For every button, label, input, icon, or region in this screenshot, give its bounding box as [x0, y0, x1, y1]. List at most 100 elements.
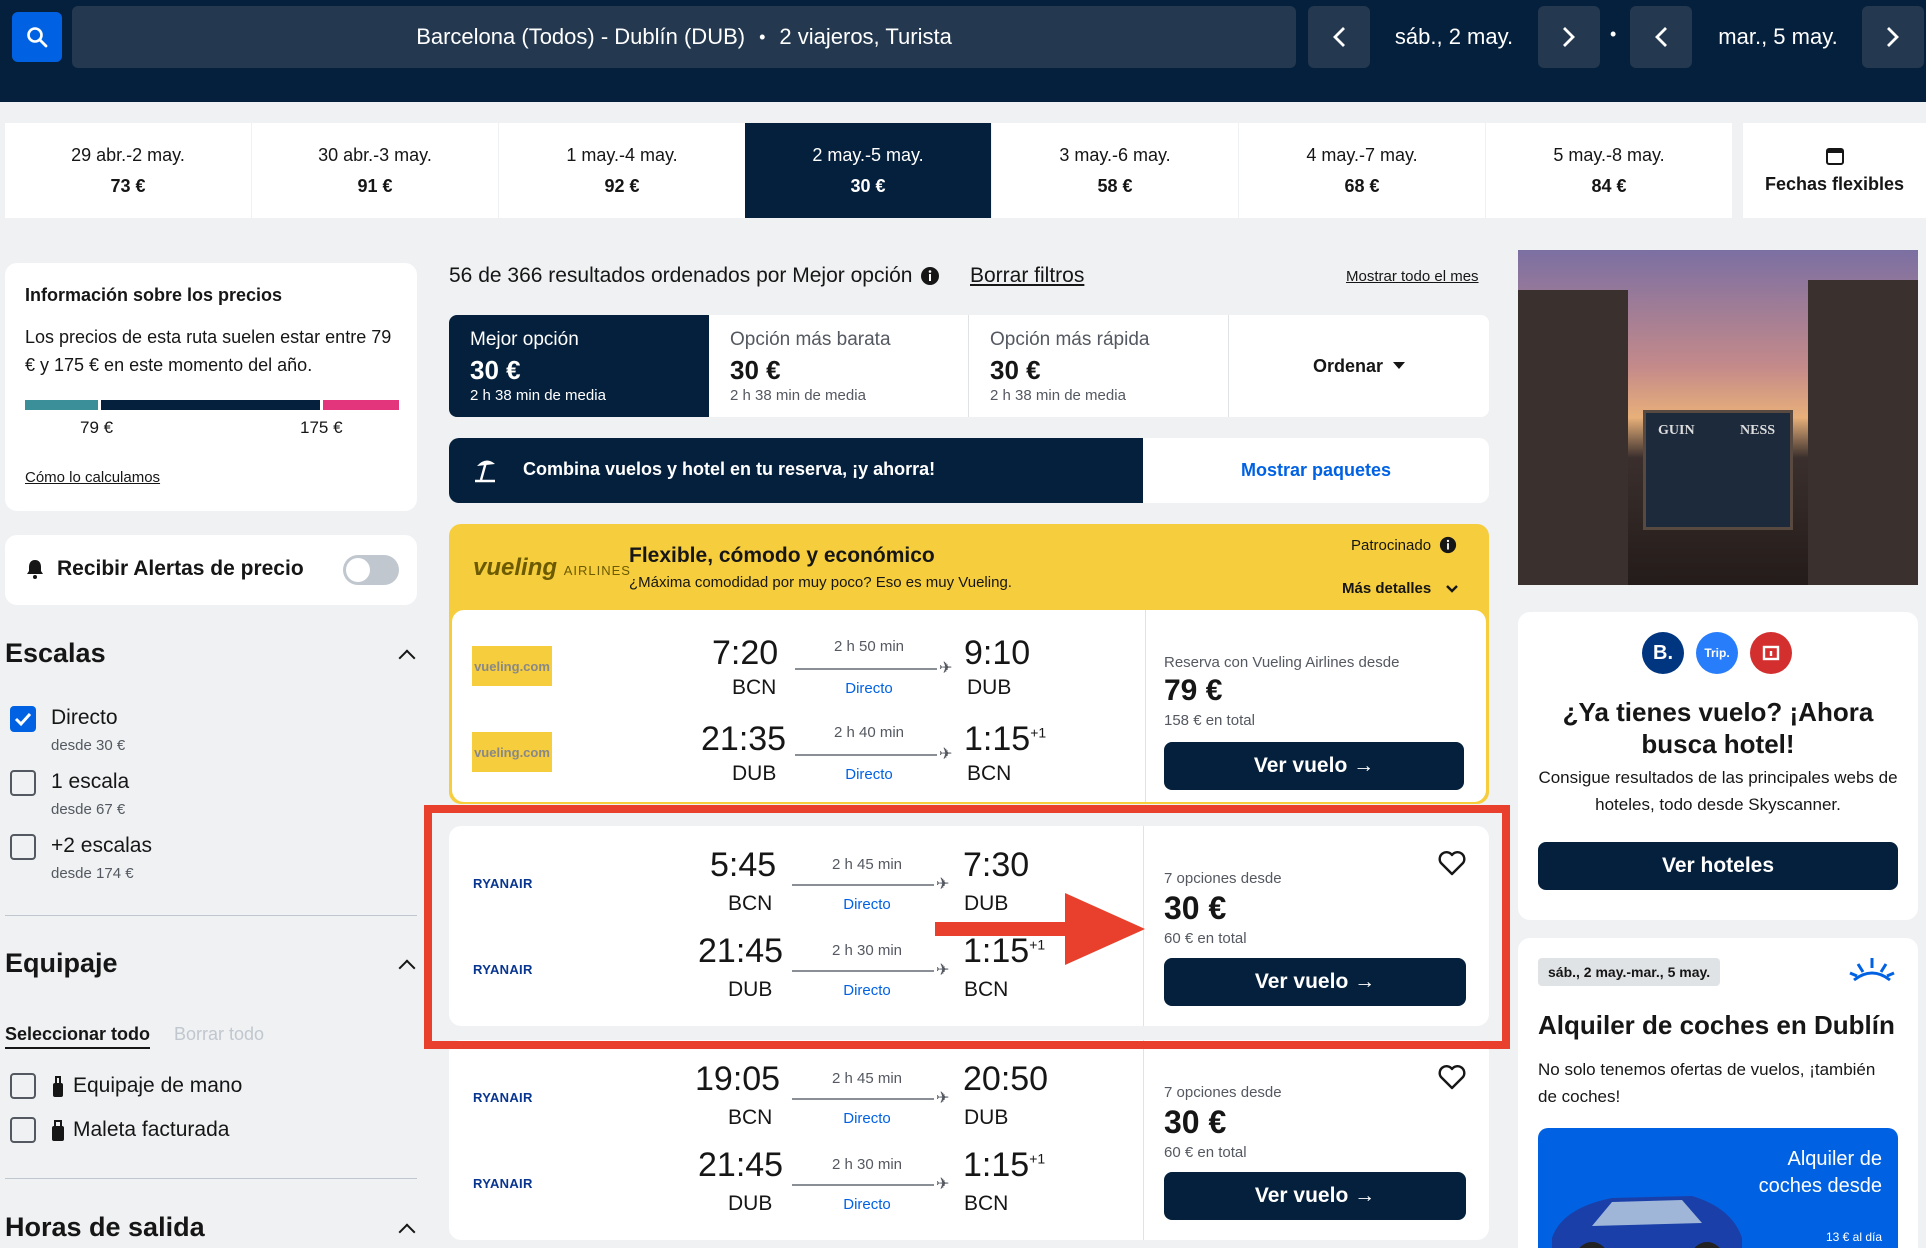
sort-best[interactable]: Mejor opción 30 € 2 h 38 min de media — [449, 315, 709, 417]
date-tab-selected[interactable]: 2 may.-5 may. 30 € — [745, 123, 991, 218]
select-all-link[interactable]: Seleccionar todo — [5, 1024, 151, 1049]
inbound-departure-time: 21:45 — [698, 1146, 784, 1184]
outbound-destination: DUB — [964, 1106, 1009, 1129]
vueling-carrier-logo: vueling.com — [472, 646, 552, 686]
stops-heading[interactable]: Escalas — [5, 638, 417, 672]
inbound-origin: DUB — [728, 1192, 773, 1215]
cabin-bag-icon — [53, 1076, 63, 1097]
outbound-stops: Directo — [845, 680, 893, 697]
plane-icon: ✈ — [939, 746, 953, 763]
checkmark-icon — [14, 712, 32, 727]
return-next-button[interactable] — [1862, 6, 1924, 68]
search-button[interactable] — [12, 12, 62, 62]
date-tab-price: 73 € — [110, 175, 146, 196]
show-packages-button[interactable]: Mostrar paquetes — [1143, 438, 1489, 503]
stops-option-label: Directo — [51, 706, 118, 729]
travellers-text: 2 viajeros, Turista — [779, 24, 952, 49]
stops-option[interactable]: +2 escalas desde 174 € — [5, 832, 385, 888]
date-tab-range: 29 abr.-2 may. — [71, 144, 185, 165]
date-tab[interactable]: 1 may.-4 may. 92 € — [499, 123, 745, 218]
inbound-arrival-time: 1:15+1 — [963, 1146, 1045, 1185]
flexible-dates-tab[interactable]: Fechas flexibles — [1743, 123, 1926, 218]
return-date[interactable]: mar., 5 may. — [1696, 6, 1860, 68]
date-tab[interactable]: 3 may.-6 may. 58 € — [992, 123, 1238, 218]
more-details-toggle[interactable]: Más detalles — [1342, 580, 1459, 597]
heart-icon[interactable] — [1438, 1064, 1466, 1090]
depart-prev-button[interactable] — [1308, 6, 1370, 68]
sponsored-flight[interactable]: vueling.com vueling.com 7:20 BCN 2 h 50 … — [452, 610, 1486, 802]
results-summary: 56 de 366 resultados ordenados por Mejor… — [449, 264, 940, 288]
date-tab-range: 30 abr.-3 may. — [318, 144, 432, 165]
annotation-arrow-icon — [935, 893, 1145, 965]
chevron-right-icon — [1887, 27, 1899, 47]
sort-fastest-title: Opción más rápida — [990, 329, 1150, 350]
clear-filters-link[interactable]: Borrar filtros — [970, 264, 1084, 288]
baggage-option[interactable]: Maleta facturada — [5, 1116, 385, 1148]
chevron-up-icon — [398, 959, 416, 977]
checkbox-checked[interactable] — [10, 706, 36, 732]
car-promo-text: Alquiler de coches desde — [1758, 1148, 1882, 1197]
checkbox[interactable] — [10, 1117, 36, 1143]
checkbox[interactable] — [10, 1073, 36, 1099]
next-day-marker: +1 — [1030, 724, 1047, 741]
date-tab[interactable]: 29 abr.-2 may. 73 € — [5, 123, 251, 218]
depart-next-button[interactable] — [1538, 6, 1600, 68]
sort-cheapest-price: 30 € — [730, 355, 781, 385]
sort-cheapest-duration: 2 h 38 min de media — [730, 387, 866, 404]
hotel-ad-text: Consigue resultados de las principales w… — [1538, 768, 1898, 814]
route-line — [792, 1184, 934, 1186]
checked-bag-icon — [52, 1120, 64, 1141]
outbound-duration: 2 h 50 min — [833, 638, 905, 655]
inbound-departure-time: 21:35 — [701, 720, 787, 758]
booking-badge: B. — [1642, 632, 1684, 674]
how-we-calculate-link[interactable]: Cómo lo calculamos — [25, 469, 160, 486]
sort-menu[interactable]: Ordenar — [1229, 315, 1489, 417]
car-promo-card[interactable]: Alquiler de coches desde 13 € al día — [1538, 1128, 1898, 1248]
info-icon[interactable] — [1439, 536, 1457, 554]
airline-logo: RYANAIR — [473, 1090, 533, 1105]
departure-times-heading[interactable]: Horas de salida — [5, 1212, 417, 1246]
view-hotels-button[interactable]: Ver hoteles — [1538, 842, 1898, 890]
vueling-carrier-logo: vueling.com — [472, 732, 552, 772]
hotel-ad-title: ¿Ya tienes vuelo? ¡Ahora busca hotel! — [1562, 697, 1874, 759]
view-flight-button[interactable]: Ver vuelo → — [1164, 742, 1464, 790]
baggage-option-label: Equipaje de mano — [73, 1074, 243, 1097]
info-icon[interactable] — [920, 266, 940, 286]
price-low: 79 € — [80, 418, 114, 437]
caret-down-icon — [1393, 362, 1406, 369]
date-tab[interactable]: 5 may.-8 may. 84 € — [1486, 123, 1732, 218]
packages-promo: Combina vuelos y hotel en tu reserva, ¡y… — [449, 438, 1143, 503]
date-tab[interactable]: 4 may.-7 may. 68 € — [1239, 123, 1485, 218]
stops-option[interactable]: 1 escala desde 67 € — [5, 768, 385, 824]
vueling-logo: vueling AIRLINES — [473, 554, 631, 582]
clear-all-link[interactable]: Borrar todo — [174, 1024, 264, 1045]
sort-menu-label: Ordenar — [1312, 355, 1384, 376]
depart-date[interactable]: sáb., 2 may. — [1374, 6, 1534, 68]
date-tab[interactable]: 30 abr.-3 may. 91 € — [252, 123, 498, 218]
show-month-link[interactable]: Mostrar todo el mes — [1346, 268, 1479, 285]
sponsored-tag: Patrocinado — [1351, 536, 1457, 554]
sponsored-tag-text: Patrocinado — [1351, 536, 1432, 554]
date-tab-price: 92 € — [604, 175, 640, 196]
sort-cheapest[interactable]: Opción más barata 30 € 2 h 38 min de med… — [709, 315, 969, 417]
plane-icon: ✈ — [936, 1090, 950, 1107]
flight-result[interactable]: RYANAIR RYANAIR 19:05 BCN 2 h 45 min ✈ D… — [449, 1040, 1489, 1240]
price-alerts-toggle[interactable] — [343, 555, 399, 585]
vueling-logo-text: vueling — [473, 554, 558, 581]
date-tab-range: 2 may.-5 may. — [812, 144, 924, 165]
flight-price: 30 € — [1164, 1104, 1227, 1140]
calendar-icon — [1825, 148, 1844, 165]
checkbox[interactable] — [10, 770, 36, 796]
promo-image[interactable]: GUIN NESS — [1518, 250, 1918, 585]
depart-date-text: sáb., 2 may. — [1394, 24, 1514, 49]
baggage-option[interactable]: Equipaje de mano — [5, 1072, 385, 1104]
search-summary[interactable]: Barcelona (Todos) - Dublín (DUB) • 2 via… — [72, 6, 1296, 68]
checkbox[interactable] — [10, 834, 36, 860]
date-tab-price: 68 € — [1344, 175, 1380, 196]
vueling-logo-sub: AIRLINES — [563, 563, 631, 578]
stops-option[interactable]: Directo desde 30 € — [5, 704, 385, 760]
return-prev-button[interactable] — [1630, 6, 1692, 68]
baggage-heading[interactable]: Equipaje — [5, 948, 417, 982]
view-flight-button[interactable]: Ver vuelo → — [1164, 1172, 1466, 1220]
sort-fastest[interactable]: Opción más rápida 30 € 2 h 38 min de med… — [969, 315, 1229, 417]
